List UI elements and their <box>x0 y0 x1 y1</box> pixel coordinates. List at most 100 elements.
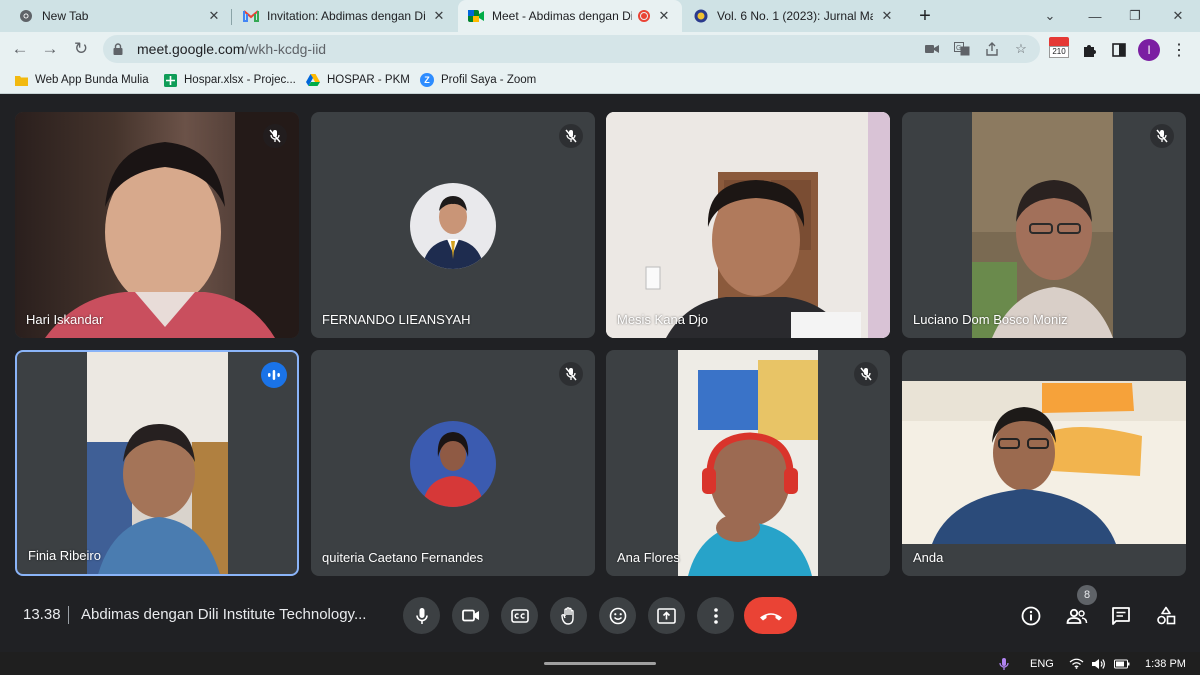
tab-meet[interactable]: Meet - Abdimas dengan Dili ✕ <box>458 0 682 32</box>
zoom-icon: Z <box>420 73 434 87</box>
participant-video <box>15 112 299 338</box>
participant-name: Ana Flores <box>617 550 680 565</box>
tab-title: New Tab <box>42 9 89 23</box>
url-path: /wkh-kcdg-iid <box>244 41 327 57</box>
close-window-button[interactable]: ✕ <box>1158 0 1198 32</box>
battery-icon[interactable] <box>1114 655 1130 672</box>
reactions-button[interactable] <box>599 597 636 634</box>
tab-search-icon[interactable]: ⌄ <box>1030 0 1070 32</box>
participant-tile[interactable]: Finia Ribeiro <box>15 350 299 576</box>
gmail-icon <box>243 8 259 24</box>
people-button[interactable] <box>1062 601 1092 631</box>
participant-tile[interactable]: Anda <box>902 350 1186 576</box>
close-tab-icon[interactable]: ✕ <box>206 8 222 24</box>
raise-hand-button[interactable] <box>550 597 587 634</box>
hand-icon <box>560 606 574 625</box>
activities-button[interactable] <box>1151 601 1181 631</box>
side-panel-icon[interactable] <box>1108 39 1130 61</box>
participant-video <box>678 350 818 576</box>
chat-icon <box>1112 607 1130 625</box>
participant-tile[interactable]: FERNANDO LIEANSYAH <box>311 112 595 338</box>
journal-site-icon <box>693 8 709 24</box>
captions-button[interactable] <box>501 597 538 634</box>
activities-icon <box>1157 606 1176 625</box>
back-button[interactable]: ← <box>9 38 31 60</box>
tab-separator <box>231 9 232 25</box>
bookmark-hospar-xlsx[interactable]: Hospar.xlsx - Projec... <box>163 71 296 89</box>
participant-avatar <box>410 421 496 507</box>
participant-tile[interactable]: quiteria Caetano Fernandes <box>311 350 595 576</box>
recording-indicator-icon <box>638 10 650 22</box>
google-sheets-icon <box>163 73 177 87</box>
new-tab-button[interactable]: + <box>913 5 937 27</box>
address-bar[interactable]: meet.google.com /wkh-kcdg-iid <box>103 35 1040 63</box>
camera-in-use-icon[interactable] <box>922 39 942 59</box>
share-icon[interactable] <box>982 39 1002 59</box>
forward-button[interactable]: → <box>39 38 61 60</box>
windows-taskbar: ENG 1:38 PM <box>0 652 1200 675</box>
more-menu-icon[interactable]: ⋮ <box>1168 39 1190 61</box>
close-tab-icon[interactable]: ✕ <box>431 8 447 24</box>
folder-icon <box>14 73 28 87</box>
taskbar-handle[interactable] <box>544 662 656 665</box>
bookmark-zoom[interactable]: Z Profil Saya - Zoom <box>420 71 536 89</box>
people-icon <box>1066 608 1088 624</box>
reload-button[interactable]: ↻ <box>70 38 92 60</box>
mic-off-icon <box>559 362 583 386</box>
tab-jurnal[interactable]: Vol. 6 No. 1 (2023): Jurnal Manaje ✕ <box>683 0 905 32</box>
microphone-tray-icon[interactable] <box>999 655 1009 672</box>
volume-icon[interactable] <box>1091 655 1106 672</box>
browser-tab-strip: New Tab ✕ Invitation: Abdimas dengan Dil… <box>0 0 1200 32</box>
bookmark-label: HOSPAR - PKM <box>327 74 410 86</box>
more-options-button[interactable] <box>697 597 734 634</box>
close-tab-icon[interactable]: ✕ <box>879 8 895 24</box>
tab-title: Vol. 6 No. 1 (2023): Jurnal Manaje <box>717 9 873 23</box>
lock-icon[interactable] <box>113 43 125 55</box>
participant-name: quiteria Caetano Fernandes <box>322 550 484 565</box>
participant-tile[interactable]: Luciano Dom Bosco Moniz <box>902 112 1186 338</box>
url-host: meet.google.com <box>137 41 245 57</box>
mic-off-icon <box>1150 124 1174 148</box>
participant-tile[interactable]: Hari Iskandar <box>15 112 299 338</box>
microphone-button[interactable] <box>403 597 440 634</box>
bookmark-web-app[interactable]: Web App Bunda Mulia <box>14 71 149 89</box>
tab-new-tab[interactable]: New Tab ✕ <box>8 0 232 32</box>
leave-call-button[interactable] <box>744 597 797 634</box>
wifi-icon[interactable] <box>1069 655 1084 672</box>
emoji-icon <box>609 607 626 624</box>
speaking-indicator-icon <box>261 362 287 388</box>
participant-tile[interactable]: Mesis Kana Djo <box>606 112 890 338</box>
mic-off-icon <box>854 362 878 386</box>
profile-avatar[interactable]: I <box>1138 39 1160 61</box>
tab-invitation[interactable]: Invitation: Abdimas dengan Dili In ✕ <box>233 0 457 32</box>
participant-name: Luciano Dom Bosco Moniz <box>913 312 1068 327</box>
calendar-extension-icon[interactable]: 210 <box>1048 37 1070 59</box>
participant-video <box>902 381 1186 544</box>
divider <box>68 606 69 624</box>
browser-toolbar: ← → ↻ meet.google.com /wkh-kcdg-iid G ☆ … <box>0 32 1200 66</box>
bookmark-hospar-pkm[interactable]: HOSPAR - PKM <box>306 71 410 89</box>
present-screen-button[interactable] <box>648 597 685 634</box>
meeting-details-button[interactable] <box>1016 601 1046 631</box>
extensions-puzzle-icon[interactable] <box>1079 39 1101 61</box>
restore-button[interactable]: ❐ <box>1115 0 1155 32</box>
captions-icon <box>510 608 529 623</box>
participant-name: Finia Ribeiro <box>28 548 101 563</box>
minimize-button[interactable]: — <box>1075 0 1115 32</box>
participant-video <box>87 352 228 574</box>
participant-tile[interactable]: Ana Flores <box>606 350 890 576</box>
bookmark-star-icon[interactable]: ☆ <box>1011 39 1031 59</box>
language-indicator[interactable]: ENG <box>1030 655 1054 672</box>
close-tab-icon[interactable]: ✕ <box>656 8 672 24</box>
translate-icon[interactable]: G <box>952 39 972 59</box>
system-clock[interactable]: 1:38 PM <box>1145 655 1186 672</box>
google-drive-icon <box>306 73 320 87</box>
participant-name: FERNANDO LIEANSYAH <box>322 312 471 327</box>
participant-count-badge: 8 <box>1077 585 1097 605</box>
tab-title: Meet - Abdimas dengan Dili <box>492 9 632 23</box>
camera-button[interactable] <box>452 597 489 634</box>
chrome-icon <box>18 8 34 24</box>
chat-button[interactable] <box>1106 601 1136 631</box>
participant-avatar <box>410 183 496 269</box>
tab-title: Invitation: Abdimas dengan Dili In <box>267 9 425 23</box>
